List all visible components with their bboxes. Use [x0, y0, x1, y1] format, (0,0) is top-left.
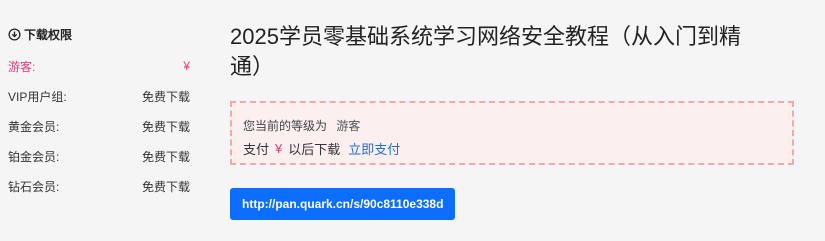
perm-value: 免费下载 — [141, 149, 190, 164]
download-circle-icon — [8, 27, 21, 41]
perm-label: 黄金会员: — [8, 119, 60, 134]
permissions-header: 下载权限 — [8, 26, 190, 42]
perm-label: 铂金会员: — [8, 149, 60, 164]
pay-price: ¥ — [275, 141, 283, 156]
payment-notice: 您当前的等级为 游客 支付 ¥ 以后下载 立即支付 — [230, 101, 794, 165]
pay-line: 支付 ¥ 以后下载 立即支付 — [243, 139, 400, 158]
perm-row-guest: 游客: ¥ — [8, 58, 190, 74]
main-content: 2025学员零基础系统学习网络安全教程（从入门到精通） 您当前的等级为 游客 支… — [230, 22, 798, 220]
perm-label: VIP用户组: — [8, 89, 67, 104]
perm-row-platinum: 铂金会员: 免费下载 — [8, 148, 190, 164]
page-title: 2025学员零基础系统学习网络安全教程（从入门到精通） — [230, 24, 741, 79]
download-link-button[interactable]: http://pan.quark.cn/s/90c8110e338d — [230, 188, 456, 220]
level-prefix: 您当前的等级为 — [243, 119, 328, 133]
perm-value: ¥ — [183, 59, 190, 73]
perm-value: 免费下载 — [141, 119, 190, 134]
perm-label: 游客: — [8, 59, 36, 74]
pay-suffix: 以后下载 — [288, 142, 341, 157]
pay-prefix: 支付 — [243, 142, 270, 157]
user-level: 游客 — [336, 119, 361, 133]
page: 下载权限 游客: ¥ VIP用户组: 免费下载 黄金会员: 免费下载 铂金会员:… — [0, 0, 825, 241]
perm-row-gold: 黄金会员: 免费下载 — [8, 118, 190, 134]
perm-value: 免费下载 — [141, 179, 190, 194]
perm-label: 钻石会员: — [8, 179, 60, 194]
permissions-title: 下载权限 — [24, 27, 73, 42]
perm-value: 免费下载 — [141, 89, 190, 104]
pay-now-link[interactable]: 立即支付 — [348, 139, 400, 158]
perm-row-vip: VIP用户组: 免费下载 — [8, 88, 190, 104]
download-permissions: 下载权限 游客: ¥ VIP用户组: 免费下载 黄金会员: 免费下载 铂金会员:… — [8, 26, 190, 194]
user-level-line: 您当前的等级为 游客 — [243, 117, 360, 134]
perm-row-diamond: 钻石会员: 免费下载 — [8, 178, 190, 194]
